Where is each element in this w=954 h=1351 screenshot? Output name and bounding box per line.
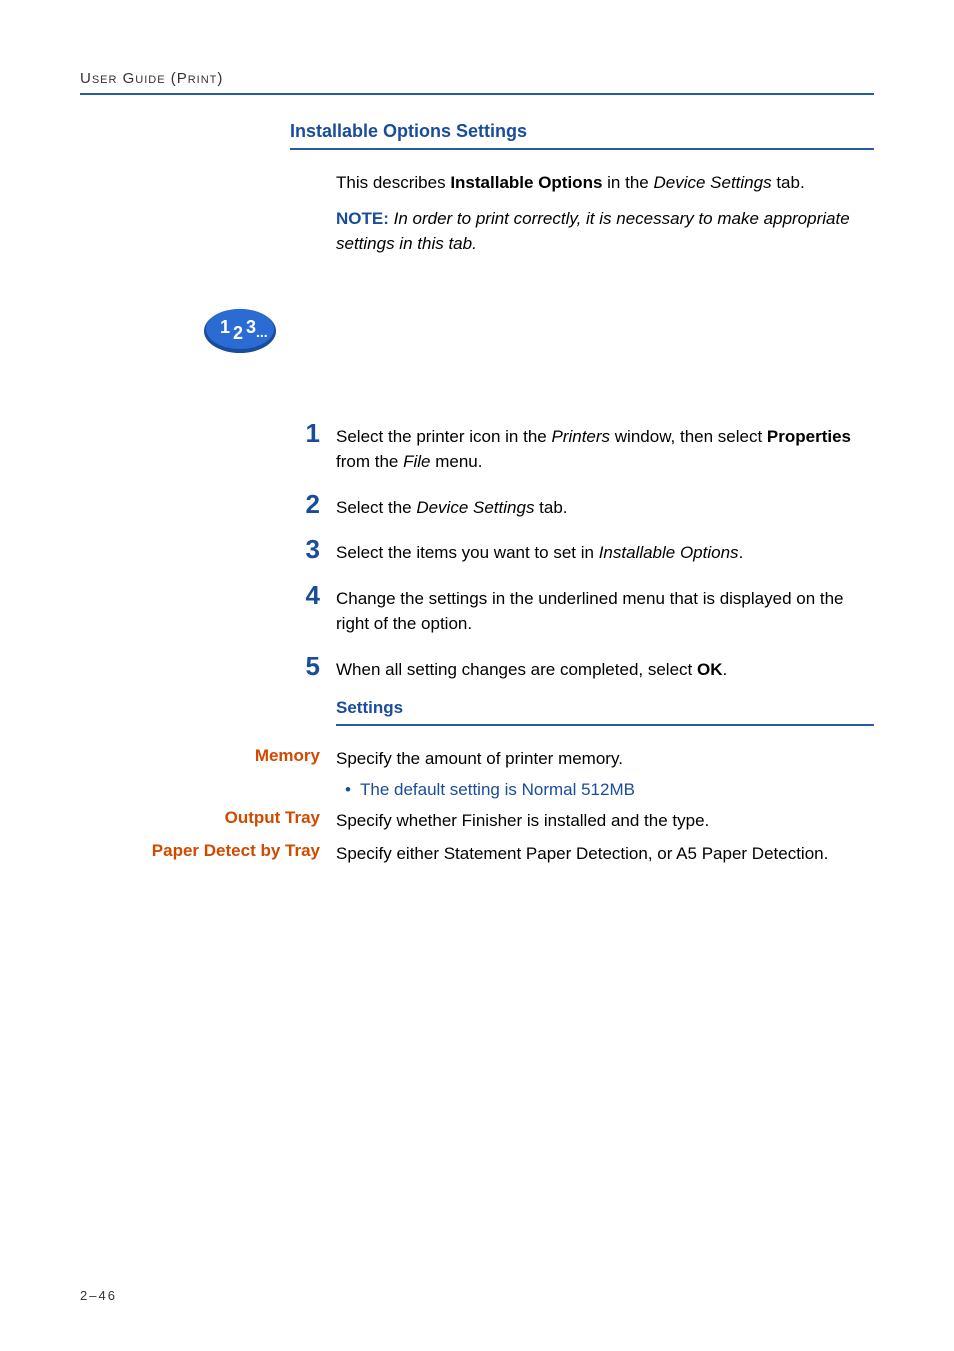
settings-rule <box>336 724 874 726</box>
step-number: 4 <box>290 582 336 608</box>
step-body: Select the items you want to set in Inst… <box>336 536 874 566</box>
step-body: Select the Device Settings tab. <box>336 491 874 521</box>
step-italic: Device Settings <box>416 498 534 517</box>
step-text: menu. <box>431 452 483 471</box>
step-bold: OK <box>697 660 723 679</box>
step-body: When all setting changes are completed, … <box>336 653 874 683</box>
step-text: window, then select <box>610 427 767 446</box>
step-row: 2 Select the Device Settings tab. <box>290 491 874 521</box>
svg-text:3: 3 <box>246 317 256 337</box>
step-row: 4 Change the settings in the underlined … <box>290 582 874 637</box>
bullet-icon: • <box>336 780 360 800</box>
step-text: Select the <box>336 498 416 517</box>
section-title: Installable Options Settings <box>290 121 874 142</box>
step-italic: Installable Options <box>599 543 739 562</box>
step-number: 3 <box>290 536 336 562</box>
intro-italic: Device Settings <box>653 173 771 192</box>
svg-text:2: 2 <box>233 323 243 343</box>
step-row: 1 Select the printer icon in the Printer… <box>290 420 874 475</box>
step-text: . <box>739 543 744 562</box>
setting-label: Memory <box>80 746 336 766</box>
setting-value: Specify whether Finisher is installed an… <box>336 808 874 834</box>
setting-value: Specify either Statement Paper Detection… <box>336 841 874 867</box>
setting-value: Specify the amount of printer memory. <box>336 746 874 772</box>
top-rule <box>80 93 874 95</box>
setting-label: Paper Detect by Tray <box>80 841 336 861</box>
setting-bullet-row: • The default setting is Normal 512MB <box>336 780 874 800</box>
bullet-text: The default setting is Normal 512MB <box>360 780 635 800</box>
step-text: tab. <box>534 498 567 517</box>
note-label: NOTE: <box>336 209 389 228</box>
step-text: from the <box>336 452 403 471</box>
settings-title: Settings <box>336 698 874 718</box>
step-number: 5 <box>290 653 336 679</box>
step-text: When all setting changes are completed, … <box>336 660 697 679</box>
setting-row: Paper Detect by Tray Specify either Stat… <box>80 841 874 867</box>
step-body: Change the settings in the underlined me… <box>336 582 874 637</box>
note-text: In order to print correctly, it is neces… <box>336 209 850 254</box>
step-bold: Properties <box>767 427 851 446</box>
intro-pre: This describes <box>336 173 450 192</box>
running-head: User Guide (Print) <box>80 70 874 87</box>
step-row: 3 Select the items you want to set in In… <box>290 536 874 566</box>
svg-text:...: ... <box>256 324 268 340</box>
steps-icon: 1 2 3 ... <box>200 307 874 360</box>
step-row: 5 When all setting changes are completed… <box>290 653 874 683</box>
setting-label: Output Tray <box>80 808 336 828</box>
step-italic: Printers <box>551 427 610 446</box>
setting-row: Memory Specify the amount of printer mem… <box>80 746 874 772</box>
step-number: 1 <box>290 420 336 446</box>
step-text: Select the printer icon in the <box>336 427 551 446</box>
step-text: . <box>722 660 727 679</box>
step-text: Select the items you want to set in <box>336 543 599 562</box>
intro-post: tab. <box>772 173 805 192</box>
page-number: 2–46 <box>80 1288 117 1303</box>
step-body: Select the printer icon in the Printers … <box>336 420 874 475</box>
setting-row: Output Tray Specify whether Finisher is … <box>80 808 874 834</box>
intro-mid: in the <box>602 173 653 192</box>
note-paragraph: NOTE: In order to print correctly, it is… <box>336 206 874 257</box>
step-number: 2 <box>290 491 336 517</box>
step-italic: File <box>403 452 430 471</box>
step-text: Change the settings in the underlined me… <box>336 589 844 634</box>
intro-paragraph: This describes Installable Options in th… <box>336 170 874 196</box>
intro-bold: Installable Options <box>450 173 602 192</box>
svg-text:1: 1 <box>220 317 230 337</box>
section-rule <box>290 148 874 150</box>
